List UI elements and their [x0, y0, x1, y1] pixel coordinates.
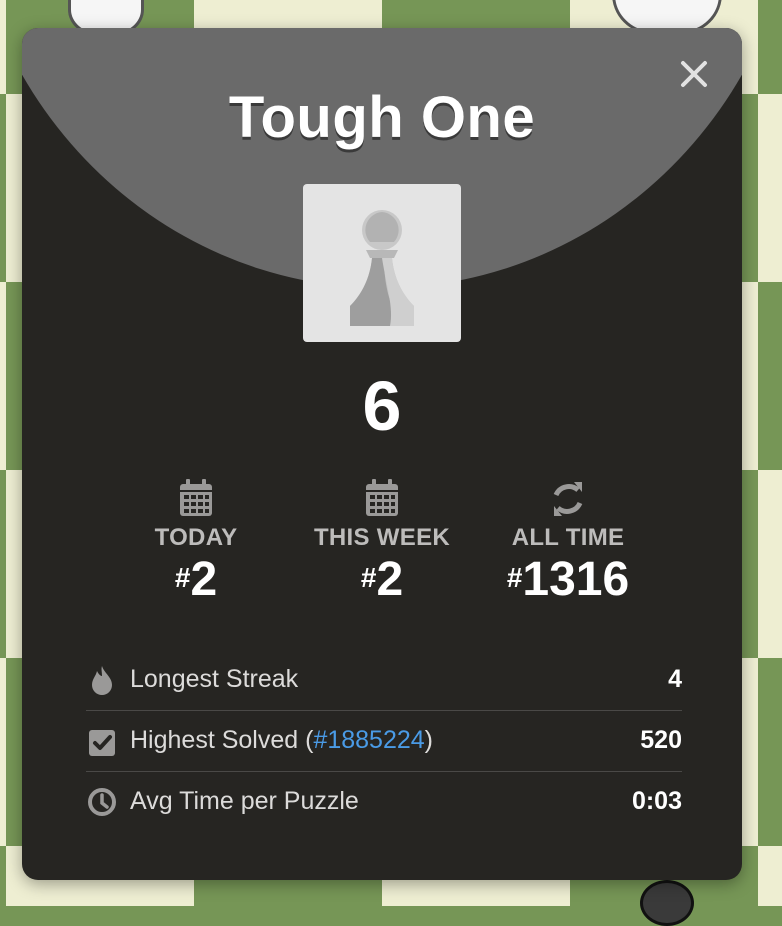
rank-all-time-label: ALL TIME: [511, 524, 625, 551]
puzzle-results-modal: Tough One 6 TODAY #2 THIS WEEK #2 ALL TI…: [22, 28, 742, 880]
rank-all-time-value: #1316: [478, 554, 658, 606]
rank-this-week-label: THIS WEEK: [313, 524, 451, 551]
pawn-icon: [350, 210, 414, 326]
flame-icon: [92, 666, 112, 695]
modal-title: Tough One: [228, 85, 536, 150]
rank-hash: #: [506, 562, 523, 593]
stat-label: Longest Streak: [130, 665, 299, 693]
checkbox-icon: [89, 730, 115, 756]
calendar-icon: [366, 479, 398, 516]
stats-list: Longest Streak 4 Highest Solved (#188522…: [86, 650, 682, 832]
rank-number: 2: [376, 553, 404, 606]
rank-hash: #: [174, 562, 191, 593]
stat-label: Avg Time per Puzzle: [130, 787, 359, 815]
puzzle-score: 6: [362, 367, 402, 445]
stat-label: Highest Solved (#1885224): [130, 726, 433, 755]
stat-label-suffix: ): [424, 726, 433, 754]
rank-this-week: THIS WEEK #2: [292, 478, 472, 606]
clock-icon: [88, 788, 116, 816]
stat-label-prefix: Highest Solved (: [130, 726, 314, 754]
rank-number: 1316: [522, 553, 630, 606]
refresh-icon: [553, 482, 583, 516]
rank-all-time: ALL TIME #1316: [478, 478, 658, 606]
stat-value: 520: [640, 726, 682, 754]
rank-this-week-value: #2: [292, 554, 472, 606]
stat-value: 0:03: [631, 787, 682, 815]
puzzle-link[interactable]: #1885224: [313, 726, 424, 754]
close-button[interactable]: [678, 58, 710, 90]
rank-today-value: #2: [106, 554, 286, 606]
calendar-icon: [180, 479, 212, 516]
rank-today: TODAY #2: [106, 478, 286, 606]
chess-piece: [640, 880, 694, 926]
pawn-avatar: [303, 184, 461, 342]
rank-number: 2: [190, 553, 218, 606]
stat-row-longest-streak: Longest Streak 4: [86, 650, 682, 711]
stat-value: 4: [668, 665, 682, 693]
stat-row-highest-solved: Highest Solved (#1885224) 520: [86, 711, 682, 772]
close-icon: [681, 61, 707, 87]
rank-today-label: TODAY: [154, 524, 238, 551]
rank-summary: TODAY #2 THIS WEEK #2 ALL TIME #1316: [22, 478, 742, 618]
stat-row-avg-time: Avg Time per Puzzle 0:03: [86, 772, 682, 832]
rank-hash: #: [360, 562, 377, 593]
